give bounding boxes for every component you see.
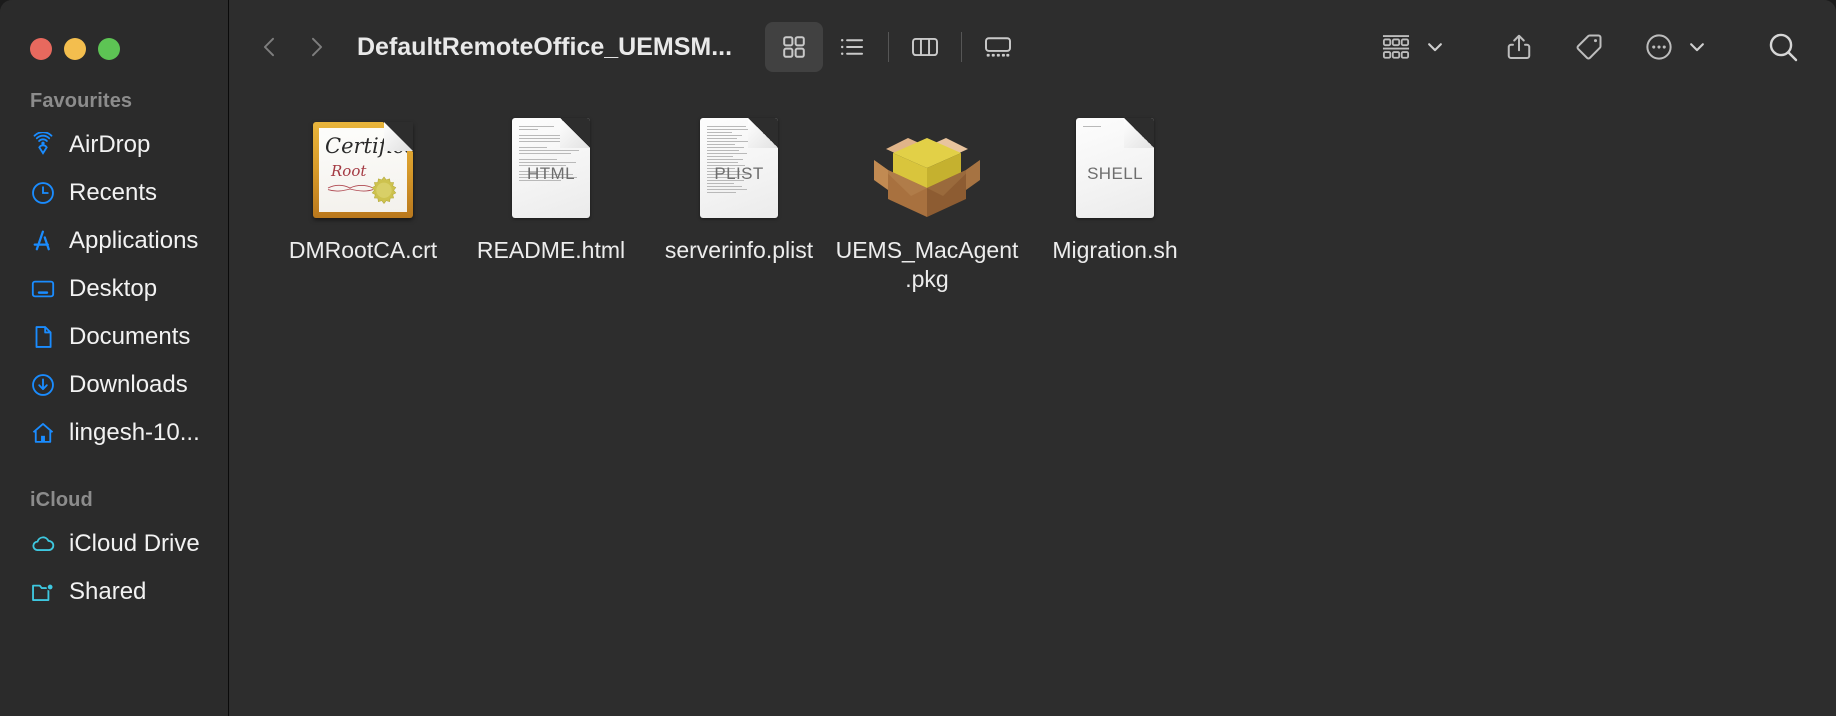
file-kind-badge: SHELL xyxy=(1087,164,1143,183)
finder-window: Favourites AirDrop Recents Applications … xyxy=(0,0,1836,716)
view-mode-group xyxy=(765,22,1027,72)
more-actions-icon[interactable] xyxy=(1634,22,1684,72)
tag-icon[interactable] xyxy=(1564,22,1614,72)
sidebar-item-label: Shared xyxy=(69,578,147,605)
file-name-label: Migration.sh xyxy=(1052,237,1178,263)
search-icon[interactable] xyxy=(1756,22,1810,72)
list-view-button[interactable] xyxy=(823,22,881,72)
sidebar-item-label: Documents xyxy=(69,323,191,350)
file-item[interactable]: Certificate Root xyxy=(269,112,457,294)
file-grid: Certificate Root xyxy=(229,112,1836,294)
sidebar-item-label: Applications xyxy=(69,227,199,254)
back-chevron-icon[interactable] xyxy=(247,24,293,70)
document-icon: HTML xyxy=(512,112,590,218)
sidebar-item-recents[interactable]: Recents xyxy=(0,169,228,217)
sidebar-item-label: Recents xyxy=(69,179,158,206)
gallery-view-button[interactable] xyxy=(969,22,1027,72)
download-icon xyxy=(30,372,56,398)
minimize-window-button[interactable] xyxy=(64,38,86,60)
sidebar-item-desktop[interactable]: Desktop xyxy=(0,265,228,313)
page-title: DefaultRemoteOffice_UEMSM... xyxy=(357,32,733,61)
sidebar-item-label: Desktop xyxy=(69,275,158,302)
file-name-label: UEMS_MacAgent.pkg xyxy=(835,237,1019,292)
sidebar-item-airdrop[interactable]: AirDrop xyxy=(0,121,228,169)
document-icon: PLIST xyxy=(700,112,778,218)
column-view-button[interactable] xyxy=(896,22,954,72)
icon-view-button[interactable] xyxy=(765,22,824,72)
certificate-icon: Certificate Root xyxy=(313,112,413,218)
sidebar-item-home[interactable]: lingesh-10... xyxy=(0,409,228,457)
home-icon xyxy=(30,420,56,446)
file-kind-badge: PLIST xyxy=(714,164,764,183)
file-item[interactable]: PLIST serverinfo.plist xyxy=(645,112,833,294)
sidebar-item-label: lingesh-10... xyxy=(69,419,200,446)
maximize-window-button[interactable] xyxy=(98,38,120,60)
shared-folder-icon xyxy=(30,579,56,605)
sidebar-section-icloud-header: iCloud xyxy=(30,489,93,511)
sidebar-item-shared[interactable]: Shared xyxy=(0,568,228,616)
file-item[interactable]: HTML README.html xyxy=(457,112,645,294)
airdrop-icon xyxy=(30,132,56,158)
group-items-icon[interactable] xyxy=(1370,22,1422,72)
clock-icon xyxy=(30,180,56,206)
share-icon[interactable] xyxy=(1494,22,1544,72)
cloud-icon xyxy=(30,531,56,557)
file-name-label: DMRootCA.crt xyxy=(288,237,438,263)
toolbar-divider xyxy=(888,32,890,62)
sidebar: Favourites AirDrop Recents Applications … xyxy=(0,0,229,716)
toolbar-divider xyxy=(961,32,963,62)
sidebar-item-icloud-drive[interactable]: iCloud Drive xyxy=(0,520,228,568)
sidebar-section-favourites-header: Favourites xyxy=(30,90,133,112)
sidebar-item-label: AirDrop xyxy=(69,131,151,158)
file-item[interactable]: UEMS_MacAgent.pkg xyxy=(833,112,1021,294)
sidebar-item-documents[interactable]: Documents xyxy=(0,313,228,361)
applications-icon xyxy=(30,228,56,254)
sidebar-icloud-list: iCloud Drive Shared xyxy=(0,520,228,616)
file-name-label: serverinfo.plist xyxy=(664,237,814,263)
desktop-icon xyxy=(30,276,56,302)
sidebar-item-label: Downloads xyxy=(69,371,188,398)
traffic-light-controls xyxy=(0,0,228,60)
close-window-button[interactable] xyxy=(30,38,52,60)
package-box-icon xyxy=(866,112,988,218)
forward-chevron-icon[interactable] xyxy=(293,24,339,70)
toolbar: DefaultRemoteOffice_UEMSM... xyxy=(229,0,1836,94)
group-chevron-down-icon[interactable] xyxy=(1420,36,1458,58)
main-content-area: DefaultRemoteOffice_UEMSM... Certif Root… xyxy=(229,0,1836,716)
toolbar-right-group xyxy=(1370,22,1810,72)
sidebar-item-downloads[interactable]: Downloads xyxy=(0,361,228,409)
file-item[interactable]: SHELL Migration.sh xyxy=(1021,112,1209,294)
sidebar-favourites-list: AirDrop Recents Applications Desktop Doc… xyxy=(0,121,228,457)
file-browser-area[interactable]: Certificate Root xyxy=(229,94,1836,716)
sidebar-item-label: iCloud Drive xyxy=(69,530,200,557)
document-icon xyxy=(30,324,56,350)
document-icon: SHELL xyxy=(1076,112,1154,218)
sidebar-item-applications[interactable]: Applications xyxy=(0,217,228,265)
file-name-label: README.html xyxy=(476,237,626,263)
more-chevron-down-icon[interactable] xyxy=(1682,36,1720,58)
file-kind-badge: HTML xyxy=(527,164,575,183)
